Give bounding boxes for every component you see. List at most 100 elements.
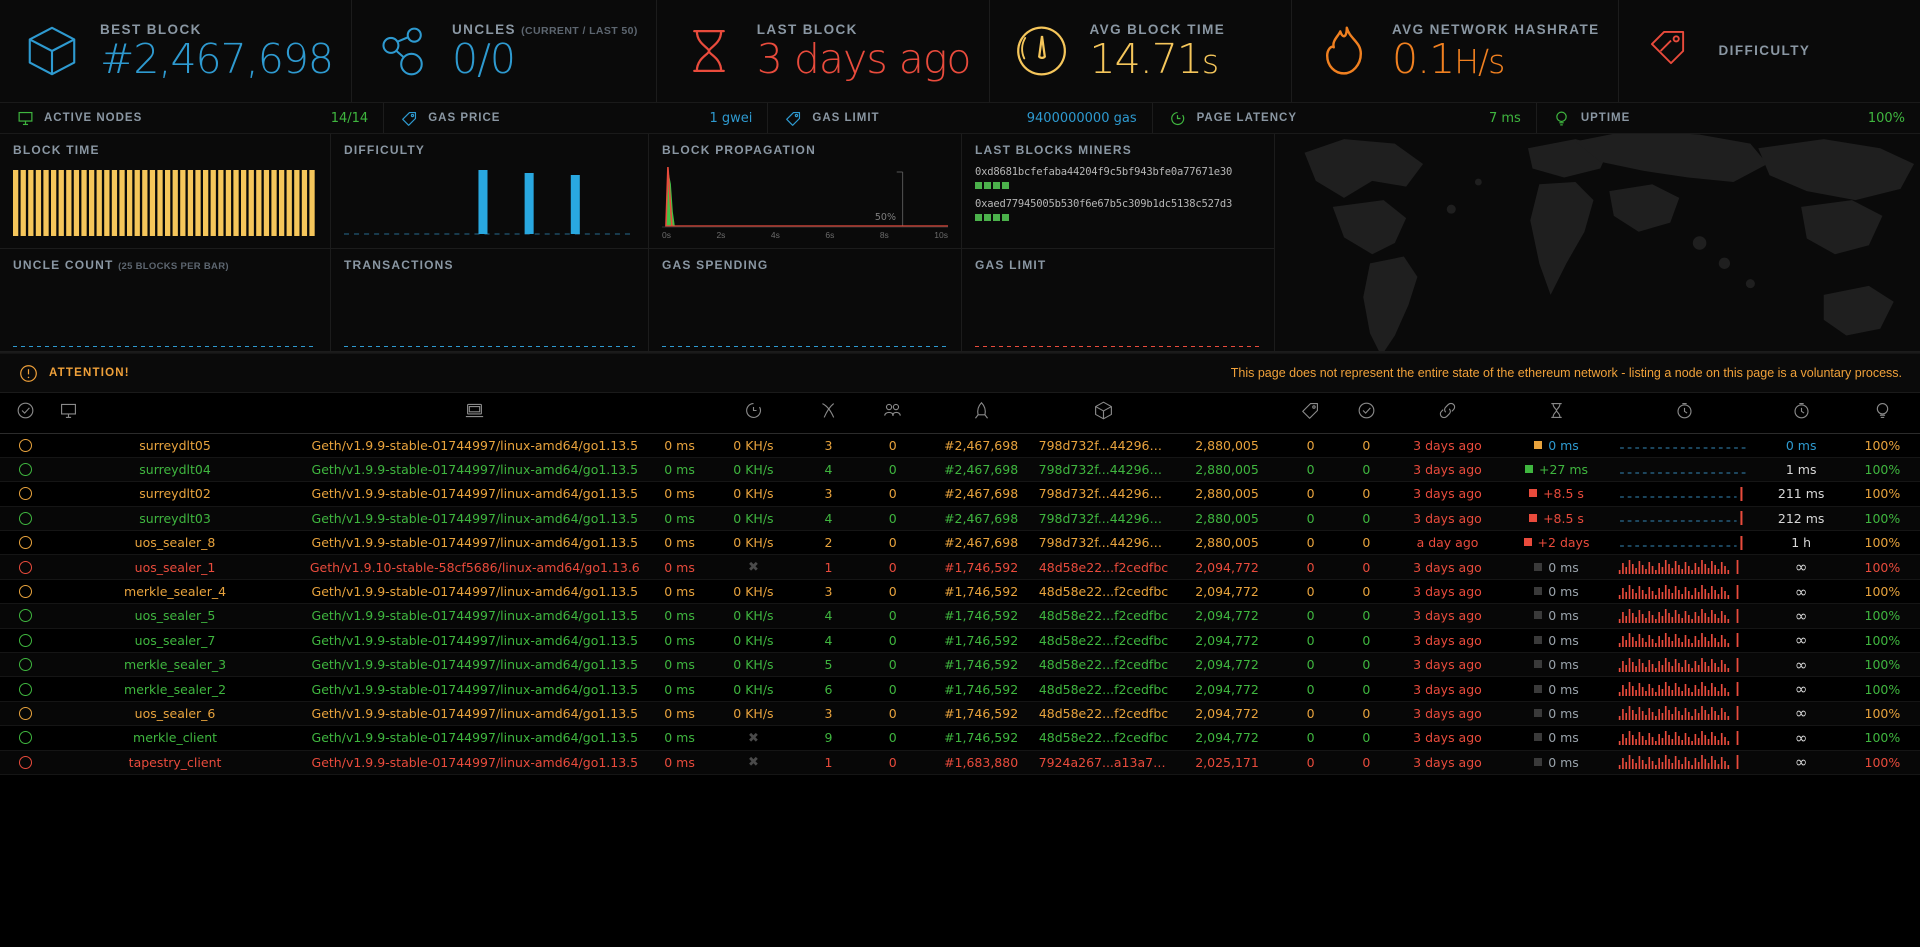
cell-block-number: #1,746,592 [926,554,1036,580]
table-row[interactable]: surreydlt02 Geth/v1.9.9-stable-01744997/l… [0,481,1920,507]
header-node-name[interactable] [50,393,300,434]
nodes-table-body: surreydlt05 Geth/v1.9.9-stable-01744997/l… [0,433,1920,775]
cell-status[interactable] [0,750,51,775]
clock-icon [1168,108,1188,128]
cell-gas: 2,094,772 [1171,554,1283,580]
table-row[interactable]: merkle_sealer_4 Geth/v1.9.9-stable-017449… [0,579,1920,605]
cell-latency: 0 ms [650,750,709,775]
table-row[interactable]: merkle_client Geth/v1.9.9-stable-01744997… [0,725,1920,751]
cell-hashrate: ✖ [708,725,799,751]
header-block-time[interactable] [1500,393,1613,434]
table-row[interactable]: merkle_sealer_2 Geth/v1.9.9-stable-017449… [0,676,1920,702]
header-propagation[interactable] [1612,393,1758,434]
panel-difficulty: DIFFICULTY [331,134,649,249]
cell-gas: 2,094,772 [1171,701,1283,727]
primary-stats-bar: BEST BLOCK #2,467,698 UNCLES (CURRENT / … [0,0,1920,103]
stat-label: PAGE LATENCY [1196,112,1297,124]
cell-status[interactable] [0,701,51,727]
cell-node-name[interactable]: merkle_sealer_4 [50,579,300,605]
cell-node-name[interactable]: uos_sealer_5 [50,603,300,629]
cell-status[interactable] [0,433,51,458]
header-client[interactable] [299,393,651,434]
table-row[interactable]: uos_sealer_7 Geth/v1.9.9-stable-01744997/… [0,628,1920,654]
cell-status[interactable] [0,457,51,483]
cell-node-name[interactable]: surreydlt02 [50,481,300,507]
cell-node-name[interactable]: merkle_sealer_2 [50,676,300,702]
link-icon [1396,401,1499,420]
header-pending[interactable] [858,393,927,434]
panel-title: UNCLE COUNT (25 BLOCKS PER BAR) [13,258,229,272]
status-ring-icon [18,755,32,769]
cell-latency: 0 ms [650,506,709,532]
table-row[interactable]: surreydlt04 Geth/v1.9.9-stable-01744997/l… [0,457,1920,483]
rocket-icon [929,401,1034,420]
cell-node-name[interactable]: merkle_sealer_3 [50,652,300,678]
cell-uptime: 100% [1844,603,1920,629]
miner-entry[interactable]: 0xaed77945005b530f6e67b5c309b1dc5138c527… [975,198,1261,221]
stat-value: 3 days ago [756,34,972,83]
table-row[interactable]: merkle_sealer_3 Geth/v1.9.9-stable-017449… [0,652,1920,678]
table-row[interactable]: surreydlt03 Geth/v1.9.9-stable-01744997/l… [0,506,1920,532]
cell-node-name[interactable]: tapestry_client [50,750,300,775]
header-uncles-2[interactable] [1338,393,1395,434]
empty-baseline [975,346,1261,347]
cell-node-name[interactable]: merkle_client [50,725,300,751]
cell-status[interactable] [0,579,51,605]
cell-status[interactable] [0,481,51,507]
cell-status[interactable] [0,554,51,580]
secondary-stats-bar: ACTIVE NODES 14/14 GAS PRICE 1 gwei GAS … [0,103,1920,134]
stat-active-nodes: ACTIVE NODES 14/14 [0,103,385,133]
cell-block-hash: 48d58e22...f2cedfbc [1035,554,1172,580]
cell-node-name[interactable]: surreydlt05 [50,433,300,458]
miner-entry[interactable]: 0xd8681bcfefaba44204f9c5bf943bfe0a77671e… [975,166,1261,189]
cell-gas: 2,025,171 [1171,750,1283,775]
cell-propagation: 0 ms [1500,725,1613,751]
header-status[interactable] [0,393,51,434]
cell-status[interactable] [0,628,51,654]
cell-node-name[interactable]: uos_sealer_7 [50,628,300,654]
cell-latency-ms: 1 ms [1757,457,1845,483]
header-latency[interactable] [650,393,709,434]
charts-row-top: BLOCK TIME DIFFICULTY BLOCK PROPAGATION … [0,134,1275,249]
panel-title: TRANSACTIONS [344,258,454,272]
cell-status[interactable] [0,652,51,678]
header-uptime[interactable] [1844,393,1920,434]
panel-title: BLOCK TIME [13,143,100,157]
panel-gas-limit: GAS LIMIT [962,249,1275,352]
panel-title: DIFFICULTY [344,143,426,157]
cell-pending: 0 [858,652,927,678]
header-latency-ms[interactable] [1757,393,1845,434]
stat-gas-price: GAS PRICE 1 gwei [384,103,769,133]
table-row[interactable]: uos_sealer_1 Geth/v1.9.10-stable-58cf5686… [0,554,1920,580]
cell-node-name[interactable]: uos_sealer_1 [50,554,300,580]
cell-status[interactable] [0,530,51,556]
cell-status[interactable] [0,676,51,702]
cell-status[interactable] [0,603,51,629]
cell-node-name[interactable]: uos_sealer_8 [50,530,300,556]
header-transactions[interactable] [1394,393,1501,434]
cell-node-name[interactable]: uos_sealer_6 [50,701,300,727]
panel-gas-spending: GAS SPENDING [649,249,962,352]
header-block-hash[interactable] [1035,393,1172,434]
cell-uptime: 100% [1844,750,1920,775]
table-row[interactable]: uos_sealer_8 Geth/v1.9.9-stable-01744997/… [0,530,1920,556]
cell-node-name[interactable]: surreydlt04 [50,457,300,483]
table-row[interactable]: uos_sealer_5 Geth/v1.9.9-stable-01744997/… [0,603,1920,629]
cell-status[interactable] [0,506,51,532]
header-peers[interactable] [798,393,859,434]
table-row[interactable]: tapestry_client Geth/v1.9.9-stable-017449… [0,750,1920,775]
cell-status[interactable] [0,725,51,751]
header-gas[interactable] [1171,393,1283,434]
header-uncles-1[interactable] [1282,393,1339,434]
charts-and-map-section: BLOCK TIME DIFFICULTY BLOCK PROPAGATION … [0,134,1920,353]
table-row[interactable]: surreydlt05 Geth/v1.9.9-stable-01744997/l… [0,433,1920,458]
cell-uncles-1: 0 [1282,433,1339,458]
table-row[interactable]: uos_sealer_6 Geth/v1.9.9-stable-01744997/… [0,701,1920,727]
cell-pending: 0 [858,579,927,605]
cell-node-name[interactable]: surreydlt03 [50,506,300,532]
cell-propagation-chart [1612,676,1758,702]
header-hashrate[interactable] [708,393,799,434]
header-block[interactable] [926,393,1036,434]
transactions-chart [344,279,635,351]
stat-value: #2,467,698 [100,34,334,83]
